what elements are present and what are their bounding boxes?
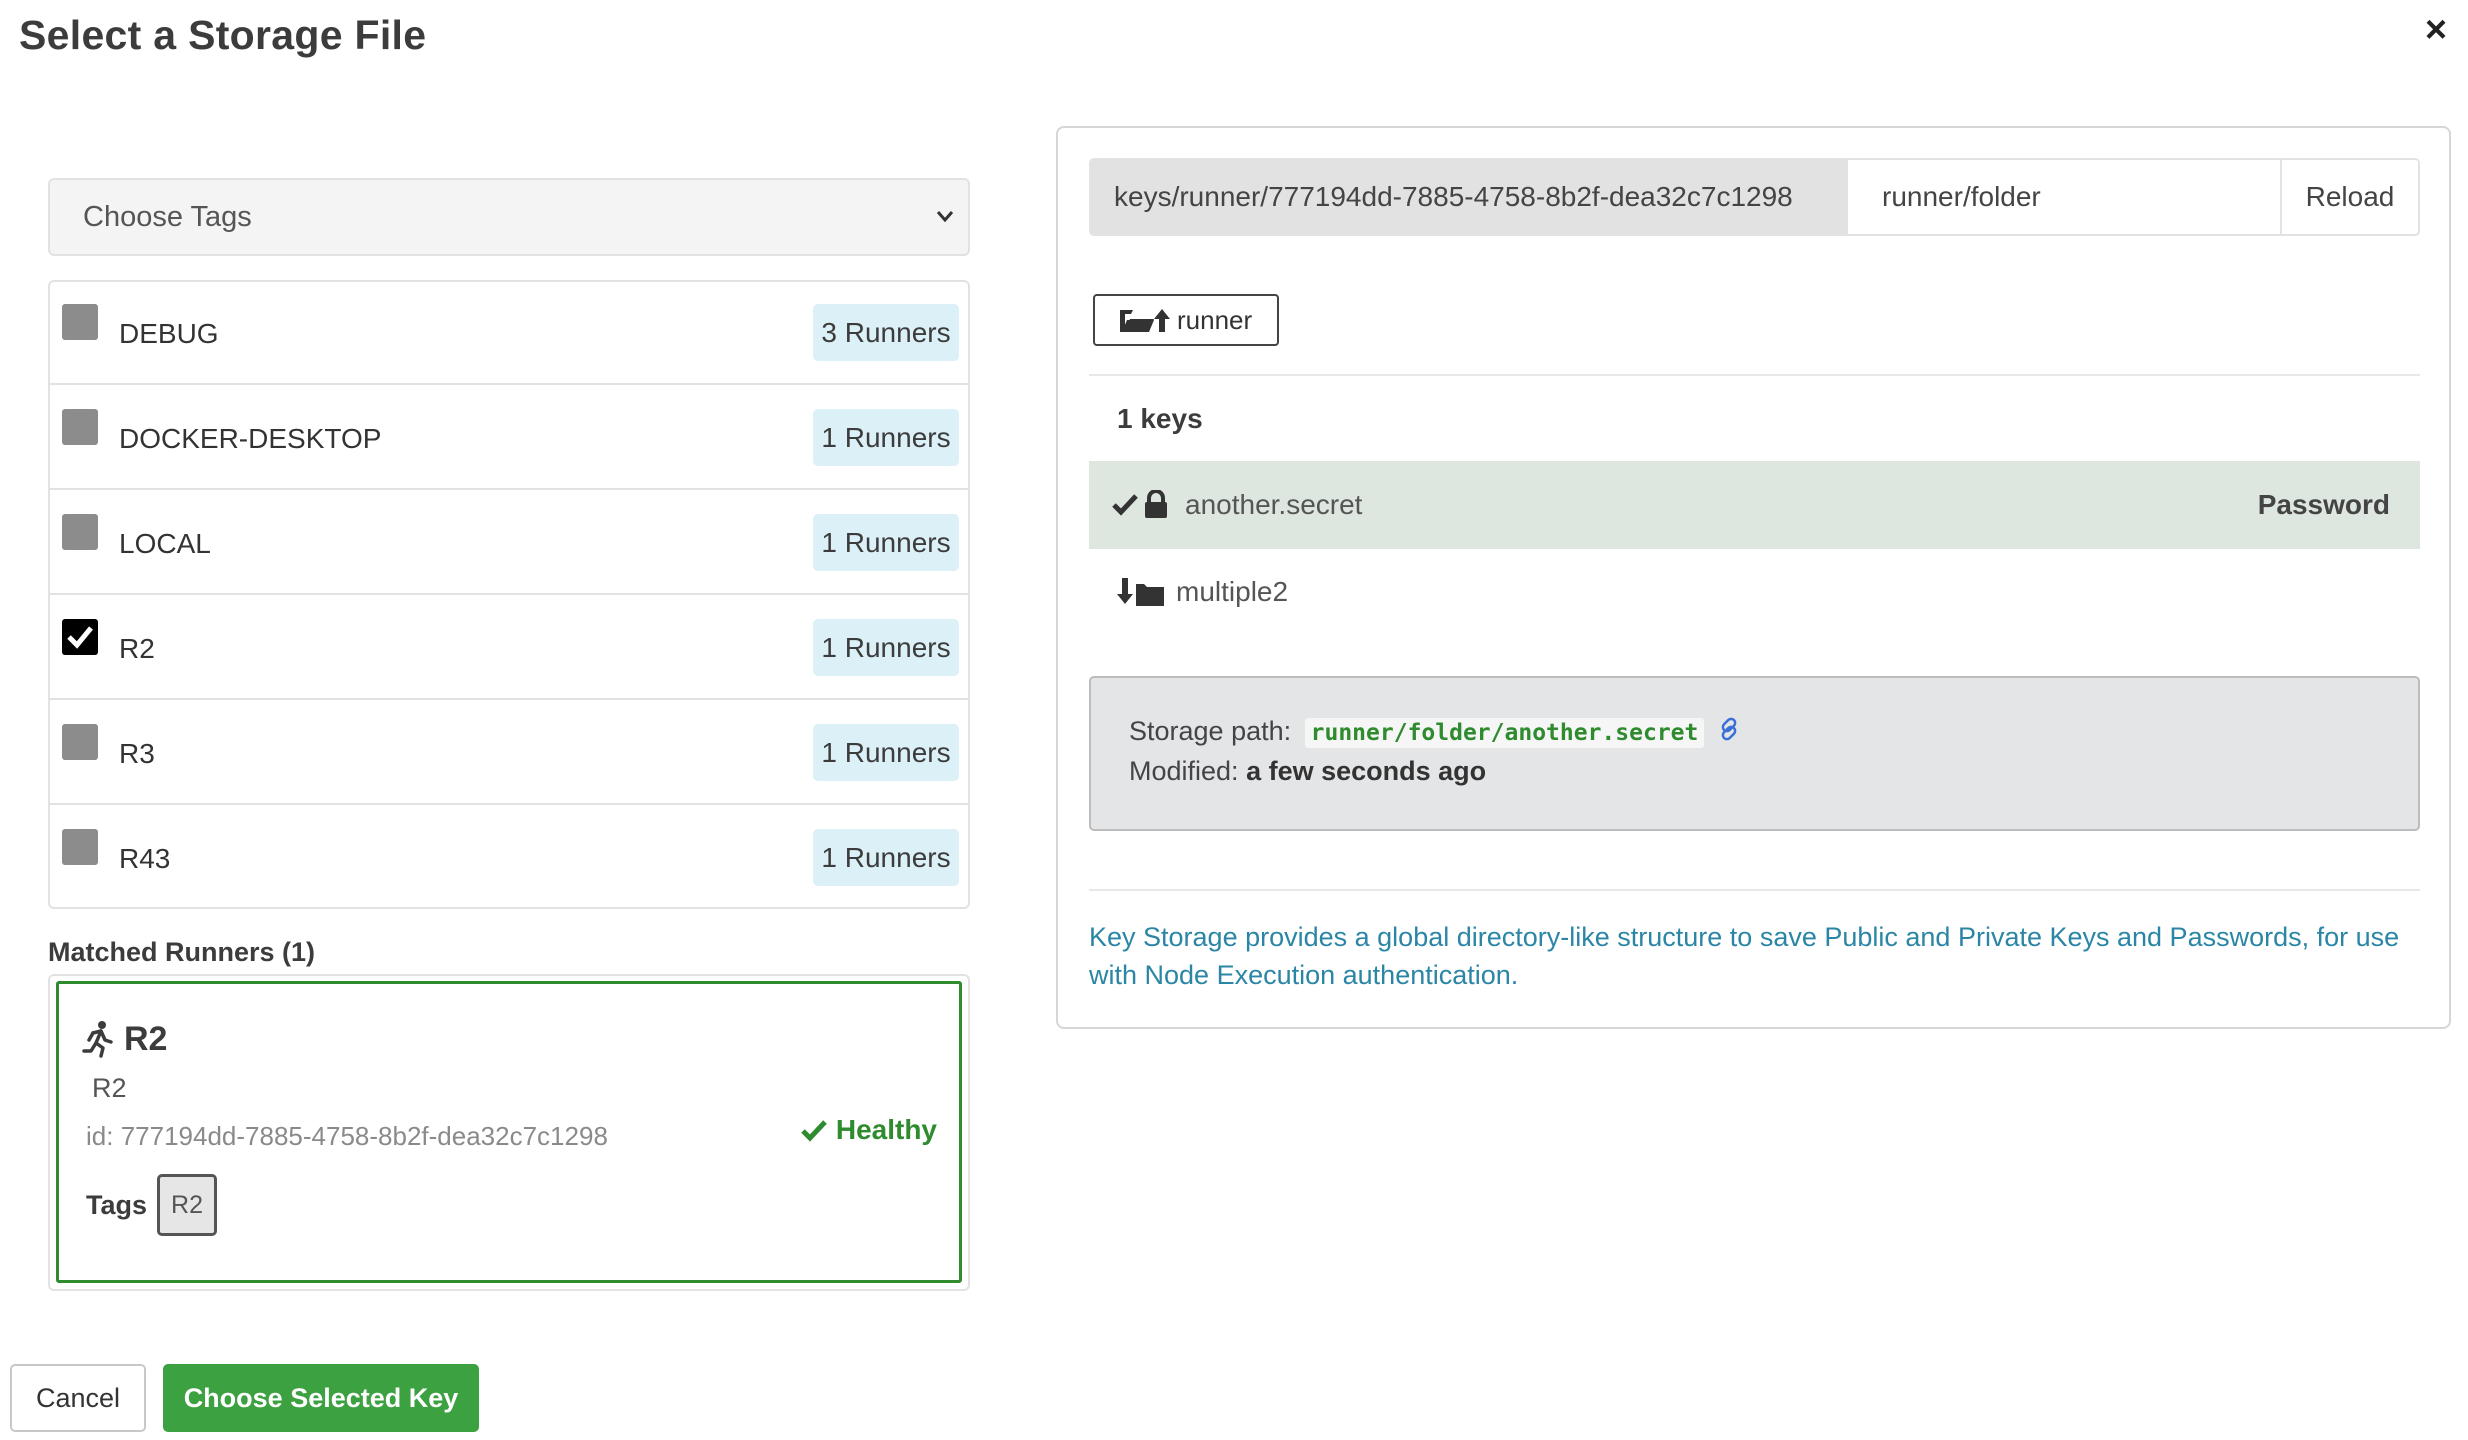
check-icon <box>801 1120 827 1142</box>
storage-path-value: runner/folder/another.secret <box>1304 718 1705 748</box>
folder-row[interactable]: multiple2 <box>1089 549 2420 635</box>
runner-count-badge: 1 Runners <box>813 619 959 676</box>
runner-description: R2 <box>92 1073 127 1103</box>
tag-checkbox[interactable] <box>62 829 98 865</box>
arrow-down-icon <box>1117 578 1133 604</box>
tag-row-r2[interactable]: R2 1 Runners <box>50 597 968 700</box>
tag-name: R3 <box>119 738 155 769</box>
tag-row-r43[interactable]: R43 1 Runners <box>50 807 968 910</box>
runner-id-value: 777194dd-7885-4758-8b2f-dea32c7c1298 <box>120 1121 608 1151</box>
folder-up-label: runner <box>1177 305 1253 335</box>
runner-count-badge: 1 Runners <box>813 724 959 781</box>
link-icon[interactable] <box>1716 716 1742 749</box>
tag-row-docker-desktop[interactable]: DOCKER-DESKTOP 1 Runners <box>50 387 968 490</box>
tags-select-placeholder: Choose Tags <box>83 201 252 233</box>
modified-label: Modified: <box>1129 756 1239 786</box>
runner-tags-label: Tags <box>86 1190 148 1220</box>
runner-count-badge: 3 Runners <box>813 304 959 361</box>
tag-name: DEBUG <box>119 318 219 349</box>
key-storage-panel: keys/runner/777194dd-7885-4758-8b2f-dea3… <box>1056 126 2451 1029</box>
dialog-title: Select a Storage File <box>19 12 427 58</box>
divider <box>1089 889 2420 891</box>
running-person-icon <box>81 1020 115 1063</box>
runner-card[interactable]: R2 R2 id: 777194dd-7885-4758-8b2f-dea32c… <box>56 981 962 1283</box>
tags-select[interactable]: Choose Tags <box>48 178 970 256</box>
tag-name: DOCKER-DESKTOP <box>119 423 382 454</box>
tag-name: R43 <box>119 843 171 874</box>
cancel-button[interactable]: Cancel <box>10 1364 146 1432</box>
tag-name: LOCAL <box>119 528 211 559</box>
check-icon <box>1112 494 1138 516</box>
tag-name: R2 <box>119 633 155 664</box>
key-type: Password <box>2257 489 2390 520</box>
key-row-selected[interactable]: another.secret Password <box>1089 461 2420 549</box>
tag-checkbox[interactable] <box>62 304 98 340</box>
runner-tag-chip: R2 <box>157 1174 217 1236</box>
folder-up-icon <box>1120 309 1170 332</box>
close-icon[interactable]: × <box>2414 8 2458 52</box>
modified-value: a few seconds ago <box>1246 756 1487 786</box>
runner-id-label: id: <box>86 1121 114 1151</box>
storage-path-line: Storage path: runner/folder/another.secr… <box>1129 716 1742 749</box>
lock-icon <box>1145 489 1167 518</box>
tag-checkbox-checked[interactable] <box>62 619 98 655</box>
runner-id: id: 777194dd-7885-4758-8b2f-dea32c7c1298 <box>86 1121 608 1152</box>
runner-name: R2 <box>124 1020 168 1058</box>
tag-row-local[interactable]: LOCAL 1 Runners <box>50 492 968 595</box>
runner-count-badge: 1 Runners <box>813 514 959 571</box>
folder-name: multiple2 <box>1176 576 1289 607</box>
choose-selected-key-button[interactable]: Choose Selected Key <box>163 1364 479 1432</box>
matched-runners-title: Matched Runners (1) <box>48 937 316 967</box>
tag-checkbox[interactable] <box>62 514 98 550</box>
folder-down-icons <box>1116 578 1174 613</box>
runner-status: Healthy <box>800 1114 937 1146</box>
runner-status-text: Healthy <box>835 1114 937 1145</box>
tag-checkbox[interactable] <box>62 409 98 445</box>
selected-key-icons <box>1112 489 1174 525</box>
runner-count-badge: 1 Runners <box>813 409 959 466</box>
folder-up-button[interactable]: runner <box>1093 294 1279 346</box>
key-name: another.secret <box>1185 489 1363 520</box>
divider <box>1089 374 2420 376</box>
tag-list: DEBUG 3 Runners DOCKER-DESKTOP 1 Runners… <box>48 280 970 909</box>
modified-line: Modified: a few seconds ago <box>1129 756 1486 787</box>
tag-checkbox[interactable] <box>62 724 98 760</box>
keys-count: 1 keys <box>1117 403 1203 434</box>
storage-path-label: Storage path: <box>1129 716 1292 746</box>
path-input[interactable] <box>1848 160 2284 234</box>
check-icon <box>67 626 93 649</box>
path-prefix: keys/runner/777194dd-7885-4758-8b2f-dea3… <box>1091 160 1848 234</box>
path-bar: keys/runner/777194dd-7885-4758-8b2f-dea3… <box>1089 158 2420 236</box>
runner-count-badge: 1 Runners <box>813 829 959 886</box>
folder-icon <box>1136 584 1164 606</box>
chevron-down-icon <box>936 180 954 284</box>
key-storage-info: Key Storage provides a global directory-… <box>1089 922 2400 990</box>
tag-row-debug[interactable]: DEBUG 3 Runners <box>50 282 968 385</box>
key-detail-box: Storage path: runner/folder/another.secr… <box>1089 676 2420 831</box>
reload-button[interactable]: Reload <box>2280 160 2418 234</box>
tag-row-r3[interactable]: R3 1 Runners <box>50 702 968 805</box>
